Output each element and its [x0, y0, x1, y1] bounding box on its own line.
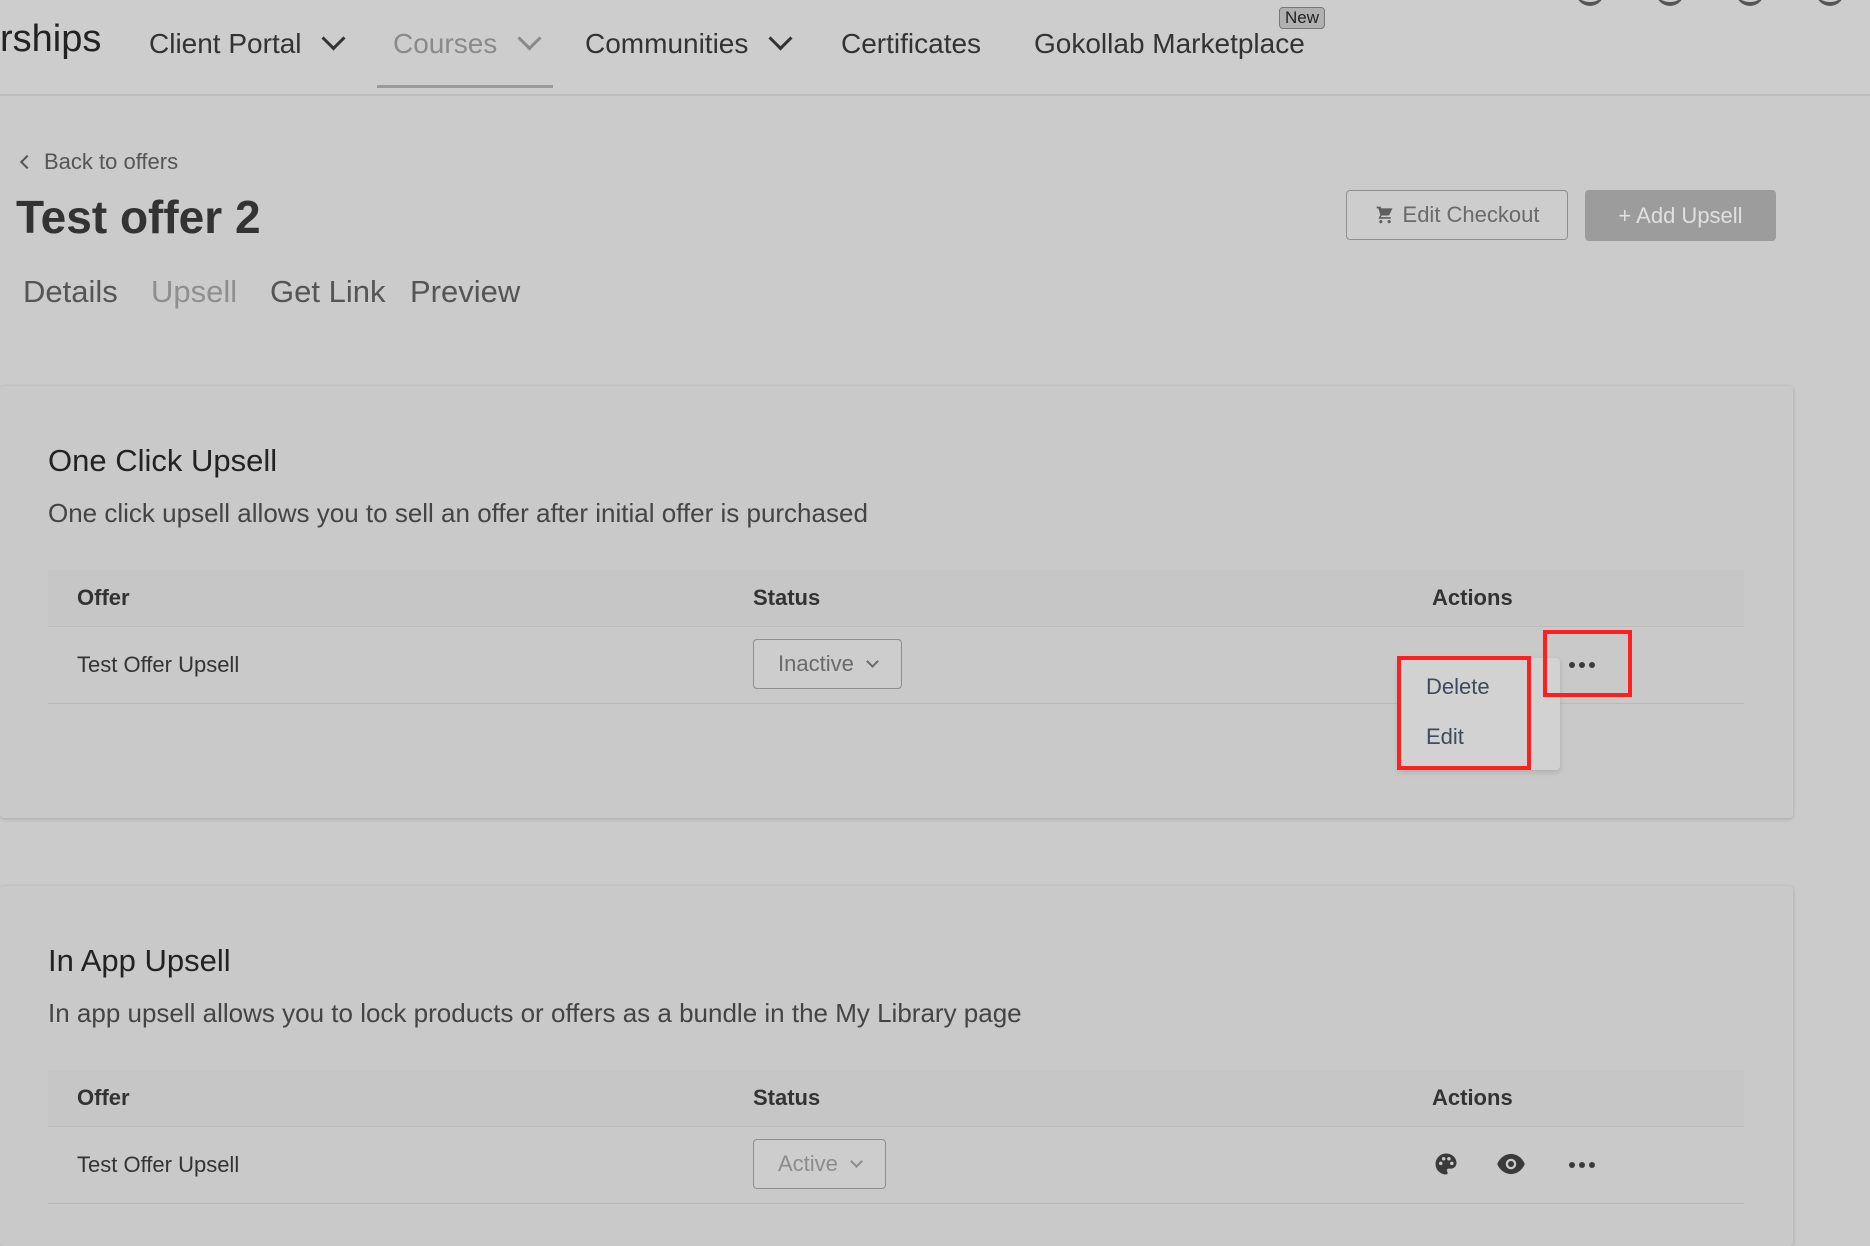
- eye-icon[interactable]: [1496, 1152, 1526, 1176]
- edit-checkout-button[interactable]: Edit Checkout: [1346, 190, 1568, 240]
- in-app-upsell-card: In App Upsell In app upsell allows you t…: [0, 886, 1793, 1246]
- edit-checkout-label: Edit Checkout: [1402, 202, 1540, 227]
- add-upsell-button[interactable]: + Add Upsell: [1585, 190, 1776, 241]
- nav-client-portal-label: Client Portal: [149, 28, 302, 59]
- chevron-down-icon: [865, 654, 879, 668]
- column-offer: Offer: [77, 585, 130, 610]
- highlight-box-menu: [1397, 656, 1531, 770]
- chevron-down-icon: [850, 1154, 863, 1168]
- chevron-left-icon: [19, 154, 35, 170]
- in-app-upsell-title: In App Upsell: [48, 943, 231, 978]
- table-header: Offer Status Actions: [48, 570, 1744, 627]
- top-avatar-icon[interactable]: [1656, 0, 1684, 6]
- top-avatar-icon[interactable]: [1816, 0, 1844, 6]
- column-offer: Offer: [77, 1085, 130, 1110]
- brand-text: rships: [0, 18, 102, 60]
- table-row: Test Offer Upsell Active: [48, 1127, 1744, 1204]
- nav-courses-label: Courses: [393, 28, 498, 59]
- chevron-down-icon: [768, 26, 793, 51]
- top-navbar: rships Client Portal Courses Communities…: [0, 0, 1870, 96]
- tab-get-link[interactable]: Get Link: [270, 274, 385, 310]
- highlight-box-more: [1543, 630, 1632, 697]
- back-link-label: Back to offers: [44, 149, 179, 174]
- back-to-offers-link[interactable]: Back to offers: [19, 149, 179, 175]
- offer-name: Test Offer Upsell: [77, 1152, 240, 1177]
- add-upsell-label: + Add Upsell: [1618, 202, 1743, 228]
- one-click-upsell-description: One click upsell allows you to sell an o…: [48, 498, 868, 528]
- new-badge: New: [1279, 7, 1326, 29]
- column-status: Status: [753, 1085, 821, 1110]
- tab-details[interactable]: Details: [23, 274, 118, 310]
- tab-upsell[interactable]: Upsell: [151, 274, 237, 310]
- top-avatar-icon[interactable]: [1736, 0, 1764, 6]
- page-title: Test offer 2: [16, 191, 261, 243]
- nav-certificates-label: Certificates: [841, 28, 982, 59]
- nav-client-portal[interactable]: Client Portal: [149, 26, 346, 60]
- nav-active-underline: [377, 85, 553, 88]
- chevron-down-icon: [321, 26, 346, 51]
- cart-icon: [1376, 206, 1393, 224]
- nav-gokollab-marketplace[interactable]: Gokollab Marketplace: [1034, 28, 1305, 60]
- more-horizontal-icon[interactable]: [1569, 1162, 1595, 1168]
- palette-icon[interactable]: [1432, 1150, 1460, 1178]
- offer-name: Test Offer Upsell: [77, 652, 240, 677]
- status-dropdown[interactable]: Active: [753, 1139, 886, 1189]
- chevron-down-icon: [517, 26, 542, 51]
- status-value: Active: [778, 1151, 838, 1176]
- nav-communities[interactable]: Communities: [585, 26, 793, 60]
- nav-certificates[interactable]: Certificates: [841, 28, 981, 60]
- status-value: Inactive: [778, 651, 854, 676]
- column-actions: Actions: [1432, 1085, 1513, 1110]
- column-actions: Actions: [1432, 585, 1513, 610]
- nav-communities-label: Communities: [585, 28, 749, 59]
- in-app-upsell-description: In app upsell allows you to lock product…: [48, 998, 1022, 1028]
- top-avatar-icon[interactable]: [1576, 0, 1604, 6]
- nav-marketplace-label: Gokollab Marketplace: [1034, 28, 1305, 59]
- table-header: Offer Status Actions: [48, 1070, 1744, 1127]
- one-click-upsell-title: One Click Upsell: [48, 443, 278, 478]
- status-dropdown[interactable]: Inactive: [753, 639, 902, 689]
- tab-preview[interactable]: Preview: [410, 274, 520, 310]
- column-status: Status: [753, 585, 821, 610]
- nav-courses[interactable]: Courses: [393, 26, 542, 60]
